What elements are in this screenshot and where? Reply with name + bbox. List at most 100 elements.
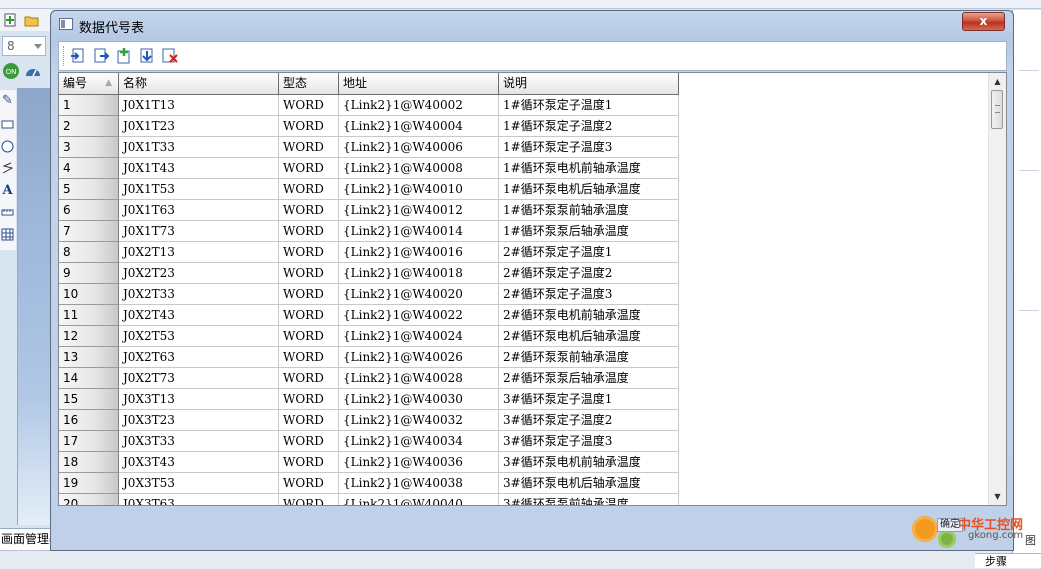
cell-number[interactable]: 3 — [59, 137, 119, 158]
cell-name[interactable]: J0X2T33 — [119, 284, 279, 305]
table-row[interactable]: 8 J0X2T13 WORD {Link2}1@W40016 2#循环泵定子温度1 — [59, 242, 989, 263]
cell-type[interactable]: WORD — [279, 326, 339, 347]
online-icon[interactable]: ON — [2, 62, 20, 80]
cell-address[interactable]: {Link2}1@W40030 — [339, 389, 499, 410]
rectangle-tool-icon[interactable] — [1, 118, 14, 131]
cell-description[interactable]: 2#循环泵定子温度2 — [499, 263, 679, 284]
scroll-thumb[interactable] — [991, 90, 1003, 129]
cell-name[interactable]: J0X2T43 — [119, 305, 279, 326]
cell-name[interactable]: J0X2T73 — [119, 368, 279, 389]
table-row[interactable]: 3 J0X1T33 WORD {Link2}1@W40006 1#循环泵定子温度3 — [59, 137, 989, 158]
cell-description[interactable]: 2#循环泵泵后轴承温度 — [499, 368, 679, 389]
cell-type[interactable]: WORD — [279, 389, 339, 410]
cell-address[interactable]: {Link2}1@W40040 — [339, 494, 499, 505]
cell-name[interactable]: J0X3T23 — [119, 410, 279, 431]
cell-description[interactable]: 1#循环泵定子温度3 — [499, 137, 679, 158]
cell-number[interactable]: 15 — [59, 389, 119, 410]
cell-address[interactable]: {Link2}1@W40026 — [339, 347, 499, 368]
cell-address[interactable]: {Link2}1@W40020 — [339, 284, 499, 305]
cell-type[interactable]: WORD — [279, 347, 339, 368]
cell-type[interactable]: WORD — [279, 263, 339, 284]
cell-address[interactable]: {Link2}1@W40028 — [339, 368, 499, 389]
cell-name[interactable]: J0X3T63 — [119, 494, 279, 505]
cell-description[interactable]: 1#循环泵泵前轴承温度 — [499, 200, 679, 221]
table-row[interactable]: 19 J0X3T53 WORD {Link2}1@W40038 3#循环泵电机后轴承温度 — [59, 473, 989, 494]
cell-name[interactable]: J0X1T13 — [119, 95, 279, 116]
cell-type[interactable]: WORD — [279, 473, 339, 494]
cell-number[interactable]: 1 — [59, 95, 119, 116]
cell-type[interactable]: WORD — [279, 179, 339, 200]
cell-type[interactable]: WORD — [279, 410, 339, 431]
steps-panel[interactable]: 步骤 — [975, 553, 1041, 568]
cell-address[interactable]: {Link2}1@W40022 — [339, 305, 499, 326]
cell-type[interactable]: WORD — [279, 305, 339, 326]
table-row[interactable]: 20 J0X3T63 WORD {Link2}1@W40040 3#循环泵泵前轴承温度 — [59, 494, 989, 505]
cell-number[interactable]: 18 — [59, 452, 119, 473]
dialog-titlebar[interactable]: 数据代号表 x — [51, 11, 1013, 39]
cell-number[interactable]: 20 — [59, 494, 119, 505]
table-row[interactable]: 16 J0X3T23 WORD {Link2}1@W40032 3#循环泵定子温度2 — [59, 410, 989, 431]
cell-description[interactable]: 2#循环泵定子温度3 — [499, 284, 679, 305]
cell-name[interactable]: J0X2T23 — [119, 263, 279, 284]
delete-icon[interactable] — [161, 47, 179, 65]
cell-description[interactable]: 1#循环泵定子温度1 — [499, 95, 679, 116]
cell-description[interactable]: 2#循环泵定子温度1 — [499, 242, 679, 263]
insert-after-icon[interactable] — [92, 47, 110, 65]
cell-number[interactable]: 14 — [59, 368, 119, 389]
cell-address[interactable]: {Link2}1@W40014 — [339, 221, 499, 242]
cell-name[interactable]: J0X1T73 — [119, 221, 279, 242]
cell-type[interactable]: WORD — [279, 368, 339, 389]
cell-name[interactable]: J0X1T33 — [119, 137, 279, 158]
cell-number[interactable]: 2 — [59, 116, 119, 137]
text-tool-icon[interactable]: A — [1, 184, 14, 197]
cell-number[interactable]: 5 — [59, 179, 119, 200]
table-row[interactable]: 1 J0X1T13 WORD {Link2}1@W40002 1#循环泵定子温度1 — [59, 95, 989, 116]
cell-number[interactable]: 17 — [59, 431, 119, 452]
cell-description[interactable]: 2#循环泵泵前轴承温度 — [499, 347, 679, 368]
cell-description[interactable]: 1#循环泵定子温度2 — [499, 116, 679, 137]
cell-type[interactable]: WORD — [279, 95, 339, 116]
cell-description[interactable]: 3#循环泵泵前轴承温度 — [499, 494, 679, 505]
table-row[interactable]: 9 J0X2T23 WORD {Link2}1@W40018 2#循环泵定子温度2 — [59, 263, 989, 284]
cell-number[interactable]: 11 — [59, 305, 119, 326]
close-button[interactable]: x — [962, 12, 1005, 31]
cell-number[interactable]: 16 — [59, 410, 119, 431]
cell-number[interactable]: 4 — [59, 158, 119, 179]
cell-address[interactable]: {Link2}1@W40038 — [339, 473, 499, 494]
cell-number[interactable]: 13 — [59, 347, 119, 368]
cell-address[interactable]: {Link2}1@W40032 — [339, 410, 499, 431]
column-header-number[interactable]: 编号 ▲ — [59, 73, 119, 95]
cell-type[interactable]: WORD — [279, 284, 339, 305]
add-row-icon[interactable] — [115, 47, 133, 65]
cell-number[interactable]: 6 — [59, 200, 119, 221]
vertical-scrollbar[interactable]: ▲ ▼ — [988, 73, 1006, 505]
cell-description[interactable]: 1#循环泵电机后轴承温度 — [499, 179, 679, 200]
cell-name[interactable]: J0X2T53 — [119, 326, 279, 347]
import-icon[interactable] — [138, 47, 156, 65]
table-row[interactable]: 6 J0X1T63 WORD {Link2}1@W40012 1#循环泵泵前轴承温度 — [59, 200, 989, 221]
cell-address[interactable]: {Link2}1@W40004 — [339, 116, 499, 137]
cell-name[interactable]: J0X3T33 — [119, 431, 279, 452]
cell-description[interactable]: 3#循环泵电机前轴承温度 — [499, 452, 679, 473]
column-header-name[interactable]: 名称 — [119, 73, 279, 95]
scroll-up-icon[interactable]: ▲ — [989, 73, 1006, 90]
scroll-down-icon[interactable]: ▼ — [989, 488, 1006, 505]
table-row[interactable]: 12 J0X2T53 WORD {Link2}1@W40024 2#循环泵电机后轴承温度 — [59, 326, 989, 347]
gauge-icon[interactable] — [24, 62, 42, 80]
cell-name[interactable]: J0X3T13 — [119, 389, 279, 410]
cell-number[interactable]: 8 — [59, 242, 119, 263]
cell-type[interactable]: WORD — [279, 431, 339, 452]
cell-address[interactable]: {Link2}1@W40008 — [339, 158, 499, 179]
cell-number[interactable]: 10 — [59, 284, 119, 305]
cell-type[interactable]: WORD — [279, 158, 339, 179]
ruler-tool-icon[interactable] — [1, 206, 14, 219]
app-combo-box[interactable]: 8 — [2, 36, 46, 56]
pencil-icon[interactable]: ✎ — [1, 94, 14, 107]
new-file-icon[interactable] — [2, 12, 18, 28]
cell-type[interactable]: WORD — [279, 221, 339, 242]
cell-number[interactable]: 12 — [59, 326, 119, 347]
cell-number[interactable]: 7 — [59, 221, 119, 242]
table-row[interactable]: 7 J0X1T73 WORD {Link2}1@W40014 1#循环泵泵后轴承温度 — [59, 221, 989, 242]
table-row[interactable]: 15 J0X3T13 WORD {Link2}1@W40030 3#循环泵定子温度1 — [59, 389, 989, 410]
cell-name[interactable]: J0X2T63 — [119, 347, 279, 368]
